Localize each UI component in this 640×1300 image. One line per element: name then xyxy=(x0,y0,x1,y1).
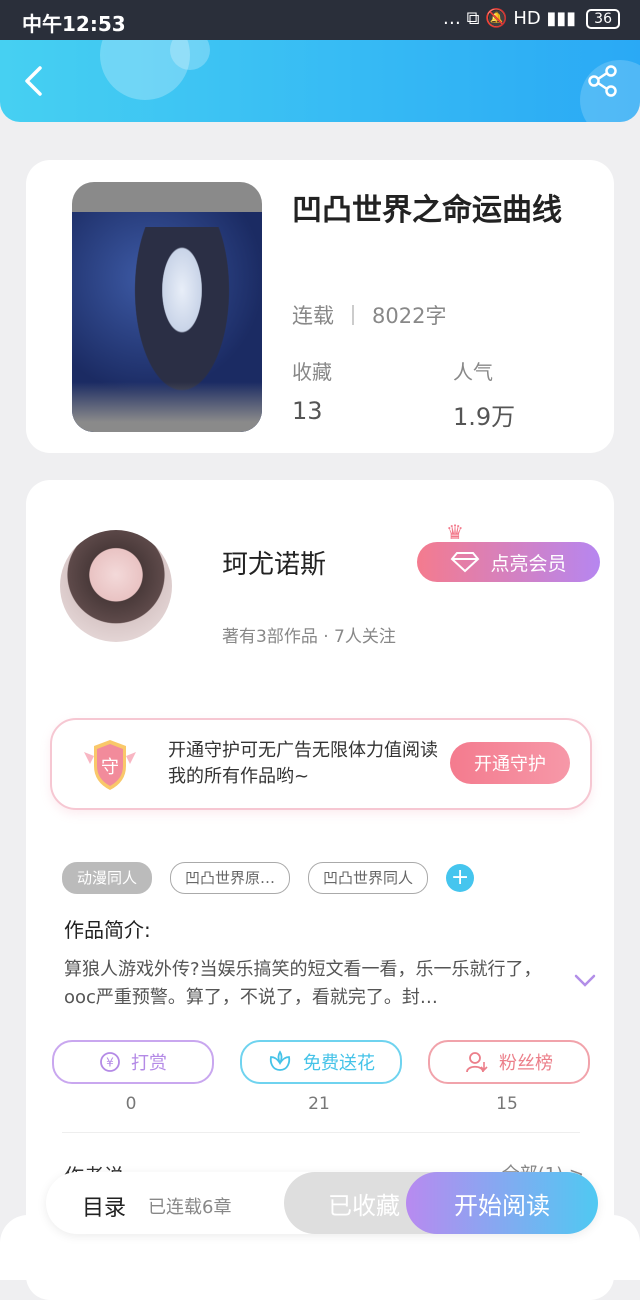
book-status: 连载 xyxy=(292,304,334,328)
svg-text:守: 守 xyxy=(101,757,119,778)
stat-value: 1.9万 xyxy=(453,403,516,431)
book-word-count: 8022字 xyxy=(372,304,447,328)
share-icon[interactable] xyxy=(586,64,620,98)
stat-label: 收藏 xyxy=(292,360,332,384)
user-rank-icon xyxy=(466,1052,488,1073)
crown-icon: ♛ xyxy=(446,520,464,544)
status-time: 中午12:53 xyxy=(22,12,126,36)
flower-count: 21 xyxy=(308,1094,330,1114)
chevron-left-icon[interactable] xyxy=(18,64,52,98)
tag-item[interactable]: 凹凸世界原… xyxy=(170,862,291,894)
book-cover-image[interactable] xyxy=(72,182,262,432)
diamond-icon xyxy=(451,552,480,573)
guard-banner: 守 开通守护可无广告无限体力值阅读我的所有作品哟~ 开通守护 xyxy=(50,718,592,810)
vip-button[interactable]: 点亮会员 xyxy=(417,542,600,582)
vip-button-label: 点亮会员 xyxy=(490,552,567,575)
serial-chapters[interactable]: 已连载6章 xyxy=(148,1193,231,1219)
guard-shield-icon: 守 xyxy=(84,740,136,790)
status-indicators: … ⧉ 🔕 HD ▮▮▮ xyxy=(442,8,577,29)
book-info-card: 凹凸世界之命运曲线 连载 8022字 收藏 13 人气 1.9万 xyxy=(26,160,614,453)
intro-label: 作品简介: xyxy=(64,918,151,942)
tip-label: 打赏 xyxy=(131,1053,167,1074)
tag-item[interactable]: 凹凸世界同人 xyxy=(308,862,429,894)
open-guard-button[interactable]: 开通守护 xyxy=(450,742,570,784)
tip-button[interactable]: ¥ 打赏 xyxy=(52,1040,214,1084)
send-flower-label: 免费送花 xyxy=(303,1053,375,1074)
yen-icon: ¥ xyxy=(100,1052,120,1072)
book-meta: 连载 8022字 xyxy=(292,300,446,330)
bottom-action-bar: 目录 已连载6章 已收藏 开始阅读 xyxy=(46,1172,598,1234)
stat-popularity: 人气 1.9万 xyxy=(453,356,515,432)
add-tag-icon[interactable]: + xyxy=(446,864,475,892)
tag-list: 动漫同人 凹凸世界原… 凹凸世界同人 + xyxy=(62,862,475,894)
fan-ranking-button[interactable]: 粉丝榜 xyxy=(428,1040,590,1084)
book-title: 凹凸世界之命运曲线 xyxy=(292,193,562,228)
svg-text:¥: ¥ xyxy=(106,1056,114,1070)
fan-count: 15 xyxy=(496,1094,518,1114)
cover-fade xyxy=(72,382,262,432)
top-header xyxy=(0,40,640,122)
battery-icon: 36 xyxy=(586,8,620,29)
author-name[interactable]: 珂尤诺斯 xyxy=(222,544,326,581)
author-subtitle: 著有3部作品 · 7人关注 xyxy=(222,627,396,647)
tag-item[interactable]: 动漫同人 xyxy=(62,862,153,894)
avatar[interactable] xyxy=(60,530,172,642)
send-flower-button[interactable]: 免费送花 xyxy=(240,1040,402,1084)
expand-chevron-icon[interactable] xyxy=(574,974,596,988)
intro-text: 算狼人游戏外传?当娱乐搞笑的短文看一看，乐一乐就行了，ooc严重预警。算了，不说… xyxy=(64,959,542,1008)
status-icons: … ⧉ 🔕 HD ▮▮▮ 36 xyxy=(443,8,620,29)
meta-divider xyxy=(352,305,354,325)
guard-text: 开通守护可无广告无限体力值阅读我的所有作品哟~ xyxy=(168,740,438,787)
status-bar: 中午12:53 … ⧉ 🔕 HD ▮▮▮ 36 xyxy=(0,0,640,40)
stat-label: 人气 xyxy=(453,360,493,384)
flower-icon xyxy=(269,1050,291,1071)
tip-count: 0 xyxy=(125,1094,137,1114)
fan-ranking-label: 粉丝榜 xyxy=(499,1053,553,1074)
stat-favorites: 收藏 13 xyxy=(292,356,332,425)
toc-button[interactable]: 目录 xyxy=(82,1190,126,1222)
cover-illustration xyxy=(127,227,237,407)
stat-value: 13 xyxy=(292,397,323,425)
section-divider xyxy=(62,1132,580,1133)
start-reading-button[interactable]: 开始阅读 xyxy=(406,1172,598,1234)
